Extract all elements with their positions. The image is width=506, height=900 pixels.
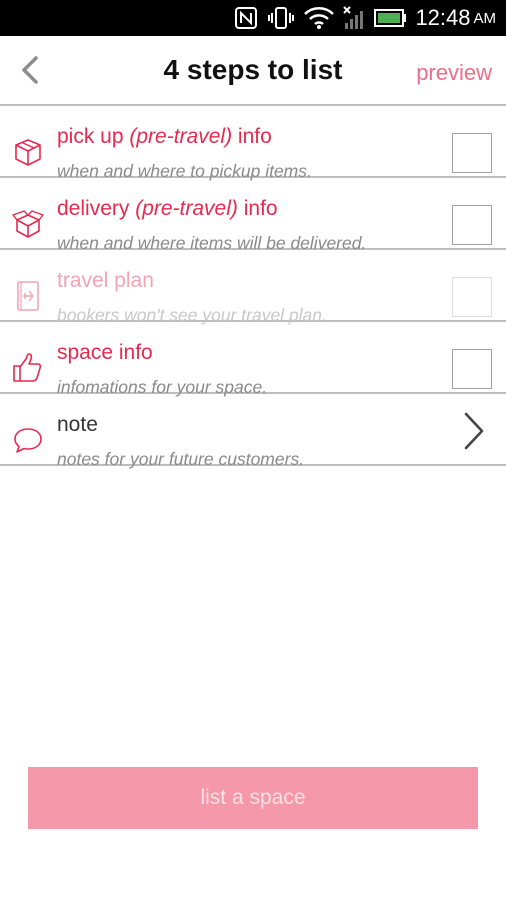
clock-ampm: AM [473,9,497,27]
vibrate-icon [266,0,296,36]
speech-bubble-icon [10,424,46,456]
chevron-right-icon [464,412,484,450]
box-open-icon [10,208,46,240]
step-checkbox[interactable] [452,205,492,245]
step-travel-plan[interactable]: travel plan bookers won't see your trave… [0,250,506,325]
step-subtitle: notes for your future customers. [57,449,305,469]
passport-icon [10,280,46,312]
battery-icon [372,0,408,36]
step-pickup-info[interactable]: pick up (pre-travel) info when and where… [0,106,506,181]
status-bar: 12:48 AM [0,0,506,36]
step-title: note [57,413,98,436]
thumbs-up-icon [10,352,46,384]
step-checkbox[interactable] [452,349,492,389]
step-title: pick up (pre-travel) info [57,125,272,148]
steps-list: pick up (pre-travel) info when and where… [0,106,506,469]
step-note[interactable]: note notes for your future customers. [0,394,506,469]
box-closed-icon [10,136,46,168]
step-title: delivery (pre-travel) info [57,197,278,220]
wifi-icon [302,0,336,36]
clock: 12:48 AM [415,0,496,36]
step-checkbox[interactable] [452,277,492,317]
step-space-info[interactable]: space info infomations for your space. [0,322,506,397]
clock-time: 12:48 [415,5,471,30]
step-title: space info [57,341,153,364]
list-a-space-button[interactable]: list a space [28,767,478,829]
app-header: 4 steps to list preview [0,36,506,104]
step-checkbox[interactable] [452,133,492,173]
preview-button[interactable]: preview [416,60,492,86]
signal-icon [340,0,368,36]
step-title: travel plan [57,269,154,292]
step-delivery-info[interactable]: delivery (pre-travel) info when and wher… [0,178,506,253]
nfc-icon [232,0,260,36]
